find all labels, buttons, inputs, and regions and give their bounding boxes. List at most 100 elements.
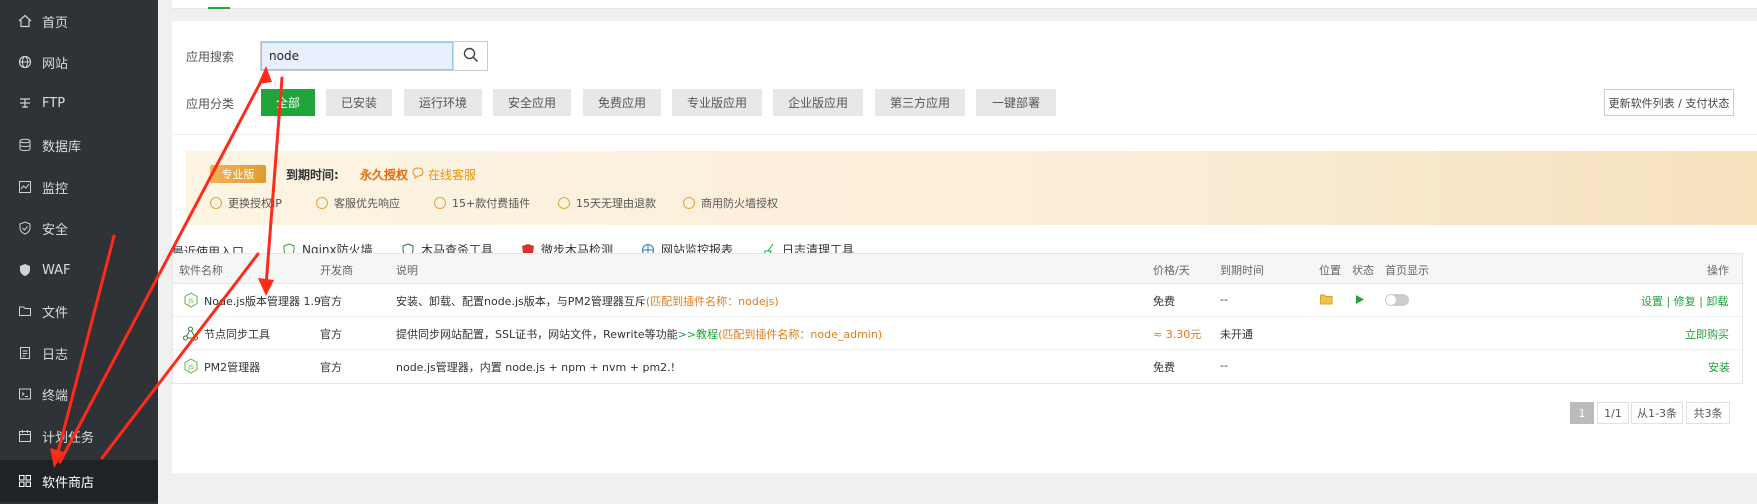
- sidebar-item-label: 监控: [42, 181, 69, 197]
- buy-now-link[interactable]: 立即购买: [1685, 326, 1729, 342]
- row-actions[interactable]: 设置 | 修复 | 卸载: [1641, 293, 1728, 309]
- category-pro-button[interactable]: 专业版应用: [672, 89, 762, 116]
- description: node.js管理器，内置 node.js + npm + nvm + pm2.…: [396, 361, 676, 374]
- software-name: 节点同步工具: [204, 328, 270, 341]
- table-row: JS Node.js版本管理器 1.9 官方 安装、卸载、配置node.js版本…: [173, 284, 1742, 317]
- category-security-button[interactable]: 安全应用: [493, 89, 571, 116]
- sidebar-item-website[interactable]: 网站: [0, 41, 158, 83]
- sidebar-item-security[interactable]: 安全: [0, 207, 158, 249]
- search-box: [260, 41, 488, 71]
- sidebar-item-logs[interactable]: 日志: [0, 332, 158, 374]
- feature-label: 商用防火墙授权: [701, 197, 778, 210]
- feature-label: 15天无理由退款: [576, 197, 656, 210]
- sidebar-item-label: 网站: [42, 56, 69, 72]
- sidebar-item-waf[interactable]: WAF: [0, 249, 158, 291]
- sidebar-item-label: 日志: [42, 347, 69, 363]
- page-total: 共3条: [1686, 402, 1730, 424]
- home-icon: [18, 14, 32, 28]
- header-expire[interactable]: 到期时间: [1220, 262, 1264, 278]
- terminal-icon: [18, 387, 32, 401]
- sidebar: 首页 网站 FTP 数据库 监控 安全 WAF 文件 日志 终端 计划任务 软件…: [0, 0, 158, 504]
- sidebar-item-label: 软件商店: [42, 475, 95, 491]
- header-homepage: 首页显示: [1385, 264, 1429, 277]
- shield-icon: [683, 197, 695, 209]
- open-folder-icon[interactable]: [1320, 294, 1333, 308]
- header-desc: 说明: [396, 264, 418, 277]
- sidebar-item-label: 终端: [42, 388, 69, 404]
- description: 提供同步网站配置，SSL证书，网站文件，Rewrite等功能>>教程(匹配到插件…: [396, 326, 882, 342]
- category-all-button[interactable]: 全部: [261, 89, 315, 116]
- chat-icon: [412, 167, 424, 182]
- sidebar-item-label: WAF: [42, 262, 71, 278]
- software-table: 软件名称 开发商 说明 价格/天 到期时间 位置 状态 首页显示 操作 JS N…: [172, 253, 1743, 384]
- search-button[interactable]: [453, 42, 487, 70]
- header-price[interactable]: 价格/天: [1153, 262, 1190, 278]
- vendor: 官方: [320, 295, 342, 308]
- category-label: 应用分类: [186, 97, 235, 111]
- category-installed-button[interactable]: 已安装: [326, 89, 392, 116]
- feature-refund: 15天无理由退款: [558, 195, 656, 211]
- price: 免费: [1153, 361, 1175, 374]
- feature-firewall: 商用防火墙授权: [683, 195, 778, 211]
- expire-value: 永久授权: [360, 168, 409, 182]
- sidebar-item-cron[interactable]: 计划任务: [0, 415, 158, 457]
- tutorial-link[interactable]: >>教程: [678, 328, 718, 341]
- globe-icon: [18, 55, 32, 69]
- sidebar-item-store[interactable]: 软件商店: [0, 460, 158, 502]
- online-support-link[interactable]: 在线客服: [412, 166, 476, 183]
- sidebar-item-terminal[interactable]: 终端: [0, 373, 158, 415]
- install-link[interactable]: 安装: [1708, 359, 1730, 375]
- vendor: 官方: [320, 328, 342, 341]
- ftp-icon: [18, 96, 32, 110]
- page-count: 1/1: [1597, 402, 1629, 424]
- match-note: (匹配到插件名称：node_admin): [718, 328, 883, 341]
- match-note: (匹配到插件名称：nodejs): [645, 295, 779, 308]
- homepage-toggle[interactable]: [1385, 294, 1409, 306]
- sidebar-item-ftp[interactable]: FTP: [0, 82, 158, 124]
- vendor: 官方: [320, 361, 342, 374]
- header-action: 操作: [1707, 264, 1729, 277]
- header-name[interactable]: 软件名称: [179, 262, 223, 278]
- description-text: 提供同步网站配置，SSL证书，网站文件，Rewrite等功能: [396, 328, 678, 341]
- header-location: 位置: [1319, 264, 1341, 277]
- page-current[interactable]: 1: [1570, 402, 1594, 424]
- sidebar-item-monitor[interactable]: 监控: [0, 166, 158, 208]
- category-enterprise-button[interactable]: 企业版应用: [773, 89, 863, 116]
- description: 安装、卸载、配置node.js版本，与PM2管理器互斥(匹配到插件名称：node…: [396, 293, 779, 309]
- sidebar-item-home[interactable]: 首页: [0, 0, 158, 42]
- log-icon: [18, 346, 32, 360]
- refresh-list-button[interactable]: 更新软件列表 / 支付状态: [1604, 89, 1734, 116]
- category-thirdparty-button[interactable]: 第三方应用: [875, 89, 965, 116]
- waf-shield-icon: [18, 263, 32, 277]
- divider: [172, 134, 1757, 135]
- monitor-icon: [18, 180, 32, 194]
- sidebar-item-database[interactable]: 数据库: [0, 124, 158, 166]
- search-input[interactable]: [261, 42, 453, 70]
- header-vendor: 开发商: [320, 264, 353, 277]
- active-tab-indicator: [208, 7, 230, 9]
- category-deploy-button[interactable]: 一键部署: [976, 89, 1056, 116]
- feature-support: 客服优先响应: [316, 195, 400, 211]
- svg-text:JS: JS: [187, 298, 194, 305]
- pm2-icon: JS: [183, 358, 198, 374]
- sidebar-item-files[interactable]: 文件: [0, 290, 158, 332]
- plugin-icon: [434, 197, 446, 209]
- software-store-panel: 应用搜索 应用分类 全部 已安装 运行环境 安全应用 免费应用 专业版应用 企业…: [172, 21, 1757, 473]
- description-text: 安装、卸载、配置node.js版本，与PM2管理器互斥: [396, 295, 646, 308]
- category-free-button[interactable]: 免费应用: [583, 89, 661, 116]
- price: ≈ 3.30元: [1153, 328, 1202, 341]
- top-tab-strip: [172, 0, 1757, 9]
- support-label: 在线客服: [428, 168, 477, 182]
- feature-plugins: 15+款付费插件: [434, 195, 530, 211]
- sidebar-item-label: 安全: [42, 222, 69, 238]
- play-icon[interactable]: [1355, 294, 1365, 308]
- grid-icon: [18, 474, 32, 488]
- expire: --: [1220, 293, 1228, 306]
- category-runtime-button[interactable]: 运行环境: [404, 89, 482, 116]
- expire-label: 到期时间:: [286, 168, 339, 182]
- shield-check-icon: [18, 221, 32, 235]
- table-header: 软件名称 开发商 说明 价格/天 到期时间 位置 状态 首页显示 操作: [173, 254, 1742, 284]
- calendar-icon: [18, 429, 32, 443]
- feature-label: 更换授权IP: [228, 197, 282, 210]
- database-icon: [18, 138, 32, 152]
